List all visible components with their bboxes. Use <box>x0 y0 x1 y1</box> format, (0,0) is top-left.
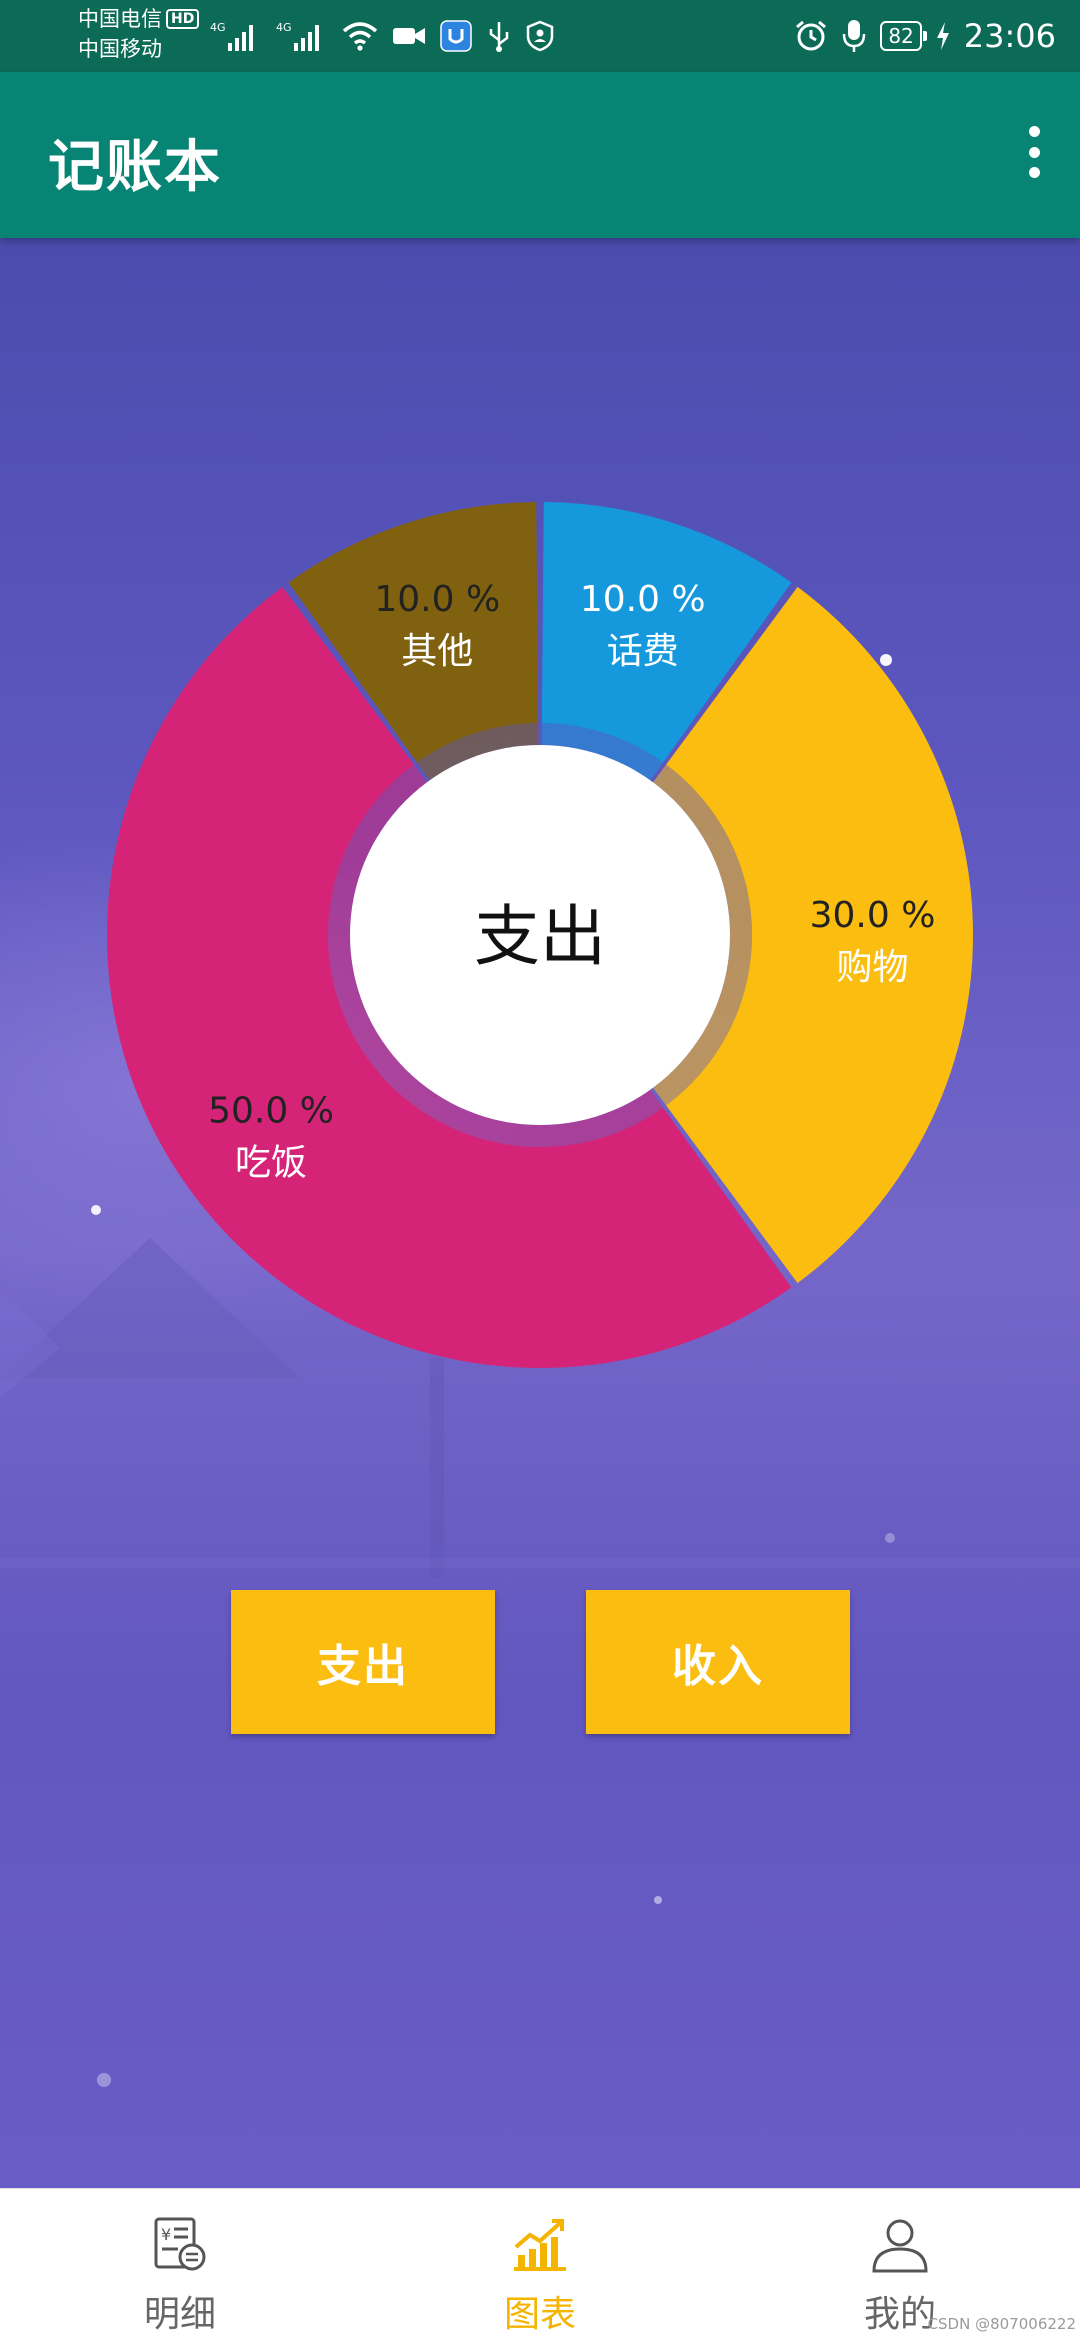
status-right-icons: 82 23:06 <box>794 14 1056 58</box>
page-title: 记账本 <box>48 135 222 200</box>
bill-detail-icon: ¥ <box>154 2217 206 2271</box>
expense-pie-chart: 10.0 % 话费 30.0 % 购物 50.0 % 吃饭 10.0 % 其他支出 <box>0 238 1080 1438</box>
usb-icon <box>489 22 509 52</box>
status-left-icons: 4G 4G <box>210 16 554 56</box>
menu-dot <box>1028 167 1040 178</box>
pie-slice-value-3: 10.0 % <box>374 579 500 620</box>
carrier-info: 中国电信 HD 中国移动 <box>78 4 200 64</box>
pie-slice-name-3: 其他 <box>401 631 473 672</box>
wifi-icon <box>342 22 378 51</box>
pie-slice-value-0: 10.0 % <box>580 579 706 620</box>
menu-dot <box>1028 126 1040 137</box>
carrier-2: 中国移动 <box>78 37 162 61</box>
nav-mine-label: 我的 <box>863 2294 936 2335</box>
shield-icon <box>526 20 554 52</box>
signal-label-2: 4G <box>276 21 292 34</box>
charging-icon <box>936 22 949 50</box>
chart-icon <box>514 2219 566 2271</box>
battery-icon: 82 <box>880 21 928 51</box>
pie-slice-value-1: 30.0 % <box>810 895 936 936</box>
microphone-icon <box>843 20 866 52</box>
nav-chart-label: 图表 <box>503 2294 576 2335</box>
alarm-icon <box>796 20 827 51</box>
video-icon <box>393 28 425 44</box>
svg-text:¥: ¥ <box>161 2225 171 2244</box>
app-notification-icon <box>440 20 472 52</box>
status-time: 23:06 <box>963 17 1056 55</box>
star-icon <box>885 1533 895 1543</box>
app-bar: 记账本 <box>0 72 1080 238</box>
pie-slice-name-2: 吃饭 <box>235 1142 307 1183</box>
pie-slice-name-1: 购物 <box>836 947 908 988</box>
pie-chart-svg: 10.0 % 话费 30.0 % 购物 50.0 % 吃饭 10.0 % 其他支出 <box>107 502 974 1368</box>
watermark: CSDN @807006222 <box>927 2315 1076 2333</box>
user-icon <box>872 2219 928 2273</box>
nav-chart[interactable]: 图表 <box>440 2189 640 2340</box>
signal-icon: 4G <box>276 21 319 51</box>
carrier-1: 中国电信 <box>78 7 162 31</box>
app-screen: 中国电信 HD 中国移动 4G 4G 82 23:06 记账本 10.0 % 话… <box>0 0 1080 2340</box>
pie-slice-value-2: 50.0 % <box>208 1090 334 1131</box>
signal-icon: 4G <box>210 21 253 51</box>
menu-dot <box>1028 146 1040 158</box>
pie-slice-name-0: 话费 <box>607 631 679 672</box>
more-vert-icon[interactable] <box>1016 122 1052 182</box>
hd-badge: HD <box>166 9 200 29</box>
expense-button[interactable]: 支出 <box>231 1590 495 1734</box>
status-bar: 中国电信 HD 中国移动 4G 4G 82 23:06 <box>0 0 1080 72</box>
pie-center-label: 支出 <box>474 898 606 975</box>
nav-detail[interactable]: ¥ 明细 <box>80 2189 280 2340</box>
star-icon <box>97 2073 111 2087</box>
nav-detail-label: 明细 <box>143 2294 216 2335</box>
bottom-navigation: ¥ 明细 图表 我的 CSDN @807006222 <box>0 2188 1080 2340</box>
income-button[interactable]: 收入 <box>586 1590 850 1734</box>
star-icon <box>654 1896 662 1904</box>
signal-label-1: 4G <box>210 21 226 34</box>
